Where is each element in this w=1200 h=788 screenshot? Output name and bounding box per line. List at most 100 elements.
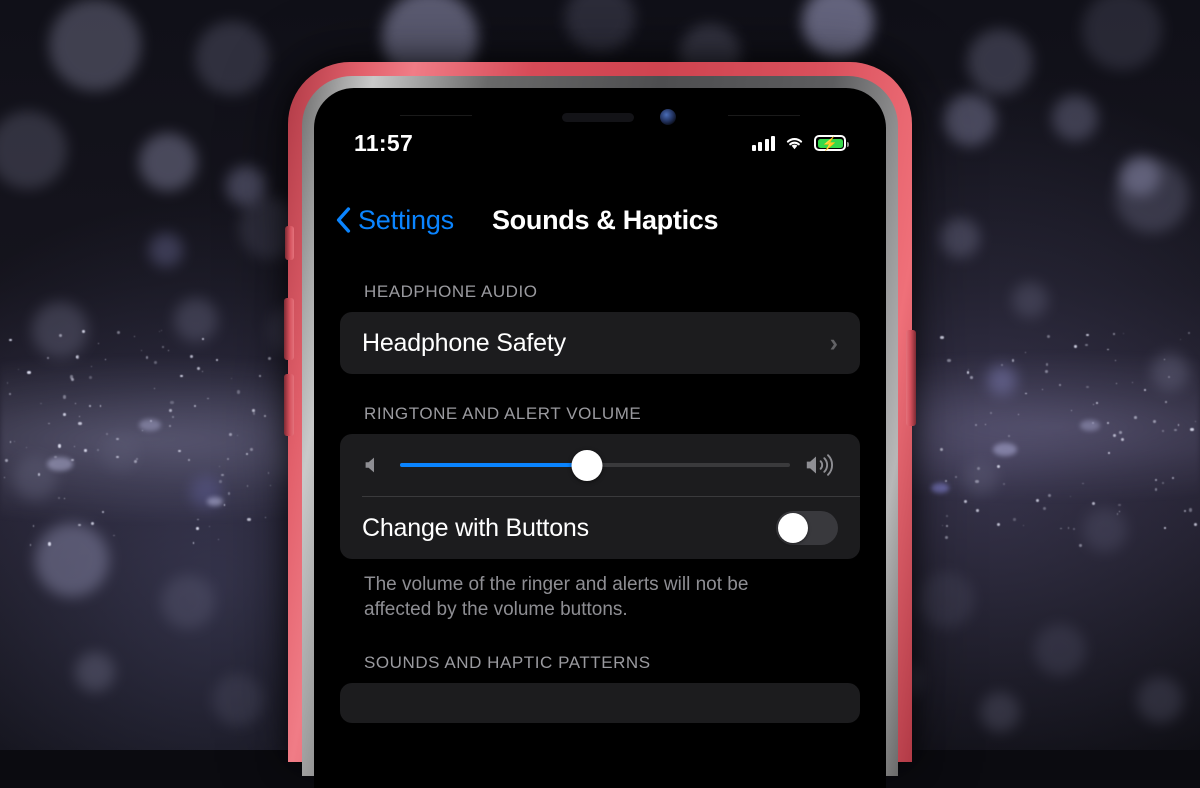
bokeh-sparkle	[1162, 430, 1163, 431]
bokeh-circle	[565, 0, 635, 53]
bokeh-circle	[980, 692, 1020, 732]
bokeh-sparkle	[197, 519, 198, 520]
bokeh-sparkle	[1013, 518, 1015, 520]
bokeh-circle	[944, 94, 996, 146]
bokeh-sparkle	[1119, 511, 1120, 512]
bokeh-sparkle	[78, 422, 81, 425]
section-header-sounds-haptic-patterns: SOUNDS AND HAPTIC PATTERNS	[340, 623, 860, 683]
bokeh-sparkle	[1168, 376, 1170, 378]
bokeh-circle	[963, 461, 997, 495]
bokeh-sparkle	[47, 357, 49, 359]
volume-down-button[interactable]	[284, 374, 294, 436]
bokeh-sparkle	[168, 350, 169, 351]
bokeh-sparkle	[1023, 525, 1024, 526]
bokeh-sparkle	[237, 435, 238, 436]
bokeh-sparkle	[1043, 507, 1046, 510]
bokeh-sparkle	[1060, 528, 1062, 530]
bokeh-sparkle	[113, 535, 114, 536]
bokeh-sparkle	[106, 433, 108, 435]
bokeh-sparkle	[940, 336, 943, 339]
change-with-buttons-toggle[interactable]	[776, 511, 838, 545]
bokeh-sparkle	[194, 405, 196, 407]
chevron-right-icon: ›	[830, 329, 838, 358]
bokeh-sparkle	[5, 459, 7, 461]
bokeh-sparkle	[976, 509, 979, 512]
bokeh-sparkle	[169, 409, 172, 412]
bokeh-sparkle	[1164, 359, 1165, 360]
bokeh-circle	[195, 21, 269, 95]
bokeh-sparkle	[1164, 527, 1166, 529]
volume-slider[interactable]	[400, 451, 790, 479]
page-title: Sounds & Haptics	[492, 205, 718, 236]
bokeh-sparkle	[170, 401, 173, 404]
bokeh-sparkle	[196, 527, 199, 530]
bokeh-sparkle	[1108, 452, 1110, 454]
bokeh-sparkle	[268, 472, 270, 474]
bokeh-circle	[49, 0, 141, 91]
bokeh-sparkle	[997, 523, 1000, 526]
mute-switch-button[interactable]	[285, 226, 294, 260]
wifi-icon	[784, 135, 805, 151]
bokeh-sparkle	[169, 425, 171, 427]
status-bar-clock: 11:57	[354, 130, 413, 157]
headphone-audio-card: Headphone Safety ›	[340, 312, 860, 374]
bokeh-circle	[1083, 508, 1127, 552]
bokeh-sparkle	[216, 359, 218, 361]
bokeh-sparkle	[219, 480, 222, 483]
bokeh-glint	[931, 483, 949, 493]
ringtone-volume-slider-row[interactable]	[340, 434, 860, 496]
bokeh-sparkle	[1045, 370, 1048, 373]
bokeh-sparkle	[1174, 429, 1176, 431]
notch-edge-right	[728, 115, 800, 116]
bokeh-sparkle	[193, 542, 195, 544]
bokeh-sparkle	[1121, 438, 1124, 441]
settings-content-scroll[interactable]: HEADPHONE AUDIO Headphone Safety › RINGT…	[314, 252, 886, 788]
row-label: Change with Buttons	[362, 514, 776, 543]
bokeh-sparkle	[1119, 431, 1122, 434]
bokeh-sparkle	[117, 331, 120, 334]
bokeh-circle	[987, 365, 1017, 395]
bokeh-glint	[207, 497, 223, 506]
volume-up-button[interactable]	[284, 298, 294, 360]
bokeh-sparkle	[91, 366, 92, 367]
sounds-haptic-patterns-card[interactable]	[340, 683, 860, 723]
back-to-settings-button[interactable]: Settings	[336, 205, 454, 236]
row-change-with-buttons[interactable]: Change with Buttons	[340, 497, 860, 559]
bokeh-glint	[139, 419, 161, 431]
cellular-bars-icon	[752, 136, 776, 151]
bokeh-circle	[0, 111, 67, 189]
back-button-label: Settings	[358, 205, 454, 236]
bokeh-sparkle	[146, 356, 148, 358]
bokeh-sparkle	[247, 518, 250, 521]
bokeh-sparkle	[40, 403, 42, 405]
bokeh-sparkle	[1074, 345, 1076, 347]
bokeh-circle	[1151, 353, 1189, 391]
bokeh-sparkle	[1042, 389, 1043, 390]
chevron-left-icon	[336, 207, 351, 233]
bokeh-circle	[139, 133, 197, 191]
section-header-headphone-audio: HEADPHONE AUDIO	[340, 252, 860, 312]
bokeh-sparkle	[1107, 422, 1109, 424]
bokeh-sparkle	[63, 395, 66, 398]
slider-knob[interactable]	[572, 450, 603, 481]
bokeh-circle	[174, 298, 218, 342]
row-headphone-safety[interactable]: Headphone Safety ›	[340, 312, 860, 374]
bokeh-sparkle	[1113, 333, 1114, 334]
bokeh-sparkle	[1115, 360, 1117, 362]
bokeh-sparkle	[985, 424, 986, 425]
bokeh-sparkle	[1047, 335, 1050, 338]
slider-fill	[400, 463, 587, 467]
device-bezel: 11:57 ⚡	[302, 76, 898, 776]
power-button[interactable]	[906, 330, 916, 426]
bokeh-sparkle	[250, 448, 252, 450]
row-label: Headphone Safety	[362, 329, 830, 358]
bokeh-circle	[967, 29, 1033, 95]
bokeh-circle	[918, 572, 974, 628]
speaker-high-icon	[804, 452, 838, 478]
battery-charging-icon: ⚡	[814, 135, 846, 151]
bokeh-sparkle	[246, 453, 248, 455]
bokeh-sparkle	[1003, 483, 1005, 485]
bokeh-circle	[149, 233, 183, 267]
bokeh-circle	[1034, 624, 1086, 676]
bokeh-circle	[1012, 282, 1048, 318]
